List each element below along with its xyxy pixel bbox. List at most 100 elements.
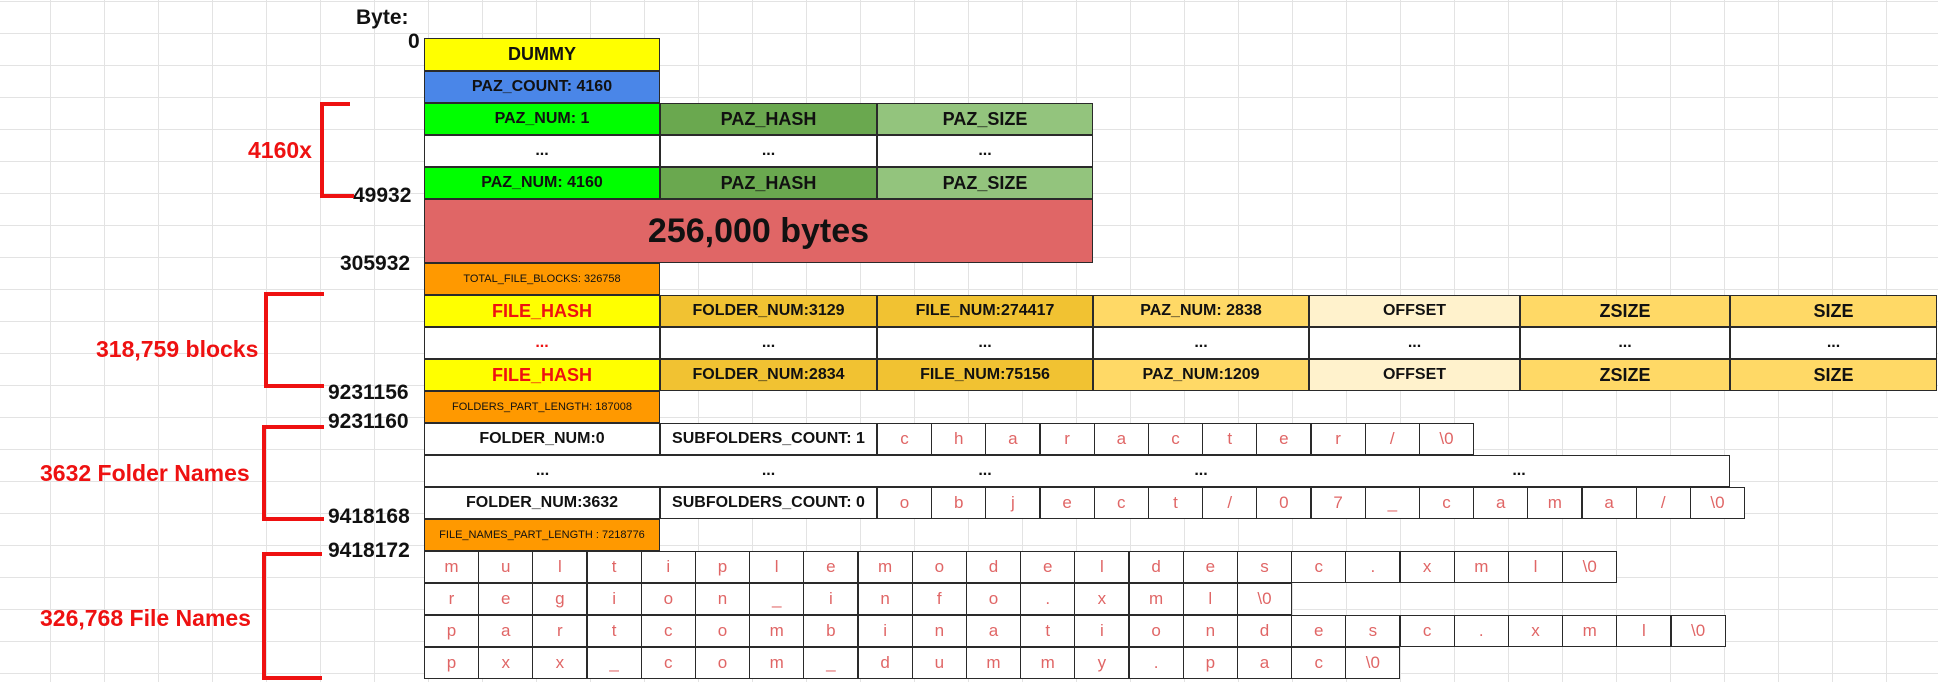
- char-cell: x: [1399, 551, 1455, 583]
- char-cell: m: [1562, 615, 1618, 647]
- bracket-label-paz: 4160x: [248, 137, 312, 163]
- paz-size-cell: PAZ_SIZE: [877, 167, 1093, 199]
- char-cell: h: [931, 423, 987, 455]
- char-cell: c: [1291, 647, 1347, 679]
- ellipsis-cell: ...: [877, 327, 1093, 359]
- char-cell: a: [478, 615, 534, 647]
- ellipsis-cell: ...: [1093, 455, 1309, 487]
- char-cell: t: [1148, 487, 1203, 519]
- char-cell: o: [966, 583, 1021, 615]
- char-cell: r: [1310, 423, 1366, 455]
- char-cell: i: [803, 583, 859, 615]
- paz-count-cell: PAZ_COUNT: 4160: [424, 71, 660, 103]
- file-hash-cell: FILE_HASH: [424, 295, 660, 327]
- ellipsis-cell: ...: [1093, 327, 1309, 359]
- offset-cell: OFFSET: [1309, 295, 1520, 327]
- char-cell: m: [749, 647, 805, 679]
- char-cell: i: [1074, 615, 1130, 647]
- char-cell: m: [1020, 647, 1076, 679]
- bracket-label-folders: 3632 Folder Names: [40, 460, 250, 486]
- paz-size-cell: PAZ_SIZE: [877, 103, 1093, 135]
- folders-part-length-cell: FOLDERS_PART_LENGTH: 187008: [424, 391, 660, 423]
- bracket-label-filenames: 326,768 File Names: [40, 605, 251, 631]
- char-cell: m: [857, 551, 913, 583]
- char-cell: o: [1128, 615, 1184, 647]
- char-cell: x: [532, 647, 588, 679]
- ellipsis-cell: ...: [877, 455, 1093, 487]
- char-cell: p: [1182, 647, 1238, 679]
- char-cell: a: [1093, 423, 1149, 455]
- char-cell: l: [532, 551, 588, 583]
- char-cell: r: [424, 583, 479, 615]
- offset-label: 305932: [340, 252, 411, 275]
- char-cell: /: [1635, 487, 1691, 519]
- char-cell: c: [877, 423, 932, 455]
- ellipsis-cell: ...: [1309, 455, 1730, 487]
- char-cell: n: [857, 583, 913, 615]
- char-cell: \0: [1237, 583, 1292, 615]
- char-cell: _: [1364, 487, 1420, 519]
- total-file-blocks-cell: TOTAL_FILE_BLOCKS: 326758: [424, 263, 660, 295]
- char-cell: a: [1473, 487, 1529, 519]
- char-cell: l: [1616, 615, 1672, 647]
- char-cell: m: [1128, 583, 1184, 615]
- char-cell: b: [931, 487, 987, 519]
- char-cell: o: [695, 647, 750, 679]
- folder-num-cell: FOLDER_NUM:0: [424, 423, 660, 455]
- ellipsis-cell: ...: [424, 327, 660, 359]
- char-cell: i: [640, 551, 696, 583]
- char-cell: e: [1020, 551, 1076, 583]
- char-cell: a: [985, 423, 1041, 455]
- folder-num-cell: FOLDER_NUM:2834: [660, 359, 877, 391]
- char-cell: b: [803, 615, 859, 647]
- bracket-file-blocks: [264, 292, 324, 388]
- char-cell: m: [1527, 487, 1583, 519]
- char-cell: x: [1508, 615, 1563, 647]
- char-cell: g: [532, 583, 588, 615]
- subfolders-count-cell: SUBFOLDERS_COUNT: 1: [660, 423, 877, 455]
- char-cell: c: [1291, 551, 1347, 583]
- char-cell: 7: [1310, 487, 1366, 519]
- char-cell: e: [1291, 615, 1347, 647]
- char-cell: l: [1074, 551, 1130, 583]
- char-cell: c: [640, 647, 696, 679]
- char-cell: a: [966, 615, 1021, 647]
- char-cell: m: [424, 551, 479, 583]
- char-cell: s: [1237, 551, 1292, 583]
- char-cell: e: [1039, 487, 1095, 519]
- char-cell: i: [586, 583, 642, 615]
- char-cell: a: [1237, 647, 1292, 679]
- bracket-folder-names: [262, 425, 324, 521]
- offset-label: 9231156: [328, 381, 409, 404]
- char-cell: t: [586, 615, 642, 647]
- char-cell: c: [640, 615, 696, 647]
- char-cell: r: [532, 615, 588, 647]
- char-cell: r: [1039, 423, 1095, 455]
- char-cell: d: [857, 647, 913, 679]
- ellipsis-cell: ...: [424, 455, 660, 487]
- offset-label: 0: [408, 30, 420, 53]
- char-cell: 0: [1256, 487, 1312, 519]
- ellipsis-cell: ...: [1730, 327, 1937, 359]
- byte-header: Byte:: [356, 6, 409, 29]
- char-cell: o: [640, 583, 696, 615]
- char-cell: c: [1148, 423, 1203, 455]
- paz-num-cell: PAZ_NUM: 2838: [1093, 295, 1309, 327]
- zsize-cell: ZSIZE: [1520, 359, 1730, 391]
- char-cell: e: [1256, 423, 1312, 455]
- char-cell: \0: [1345, 647, 1401, 679]
- subfolders-count-cell: SUBFOLDERS_COUNT: 0: [660, 487, 877, 519]
- file-hash-cell: FILE_HASH: [424, 359, 660, 391]
- ellipsis-cell: ...: [877, 135, 1093, 167]
- char-cell: i: [857, 615, 913, 647]
- char-cell: p: [424, 647, 479, 679]
- char-cell: x: [478, 647, 534, 679]
- char-cell: t: [1020, 615, 1076, 647]
- char-cell: n: [695, 583, 750, 615]
- char-cell: _: [803, 647, 859, 679]
- paz-num-cell: PAZ_NUM: 1: [424, 103, 660, 135]
- dummy-cell: DUMMY: [424, 38, 660, 71]
- size-cell: SIZE: [1730, 359, 1937, 391]
- char-cell: /: [1364, 423, 1420, 455]
- char-cell: .: [1128, 647, 1184, 679]
